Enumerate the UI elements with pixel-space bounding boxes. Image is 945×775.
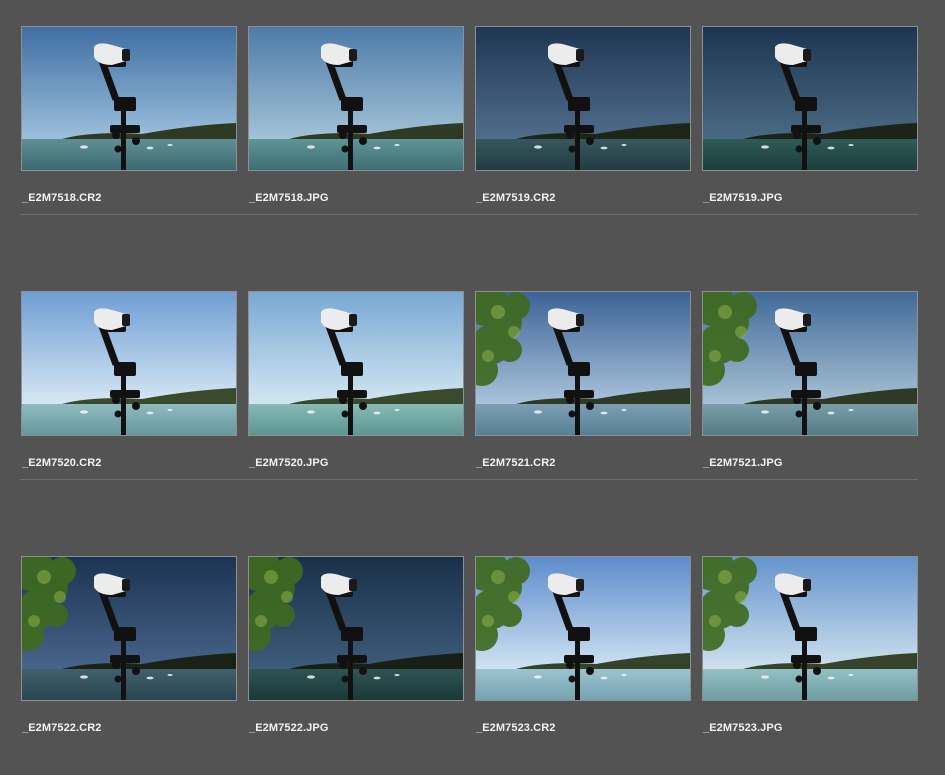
thumbnail-item[interactable]: _E2M7520.CR2 [21, 291, 237, 501]
thumbnail-item[interactable]: _E2M7519.JPG [702, 26, 918, 236]
thumbnail-item[interactable]: _E2M7523.JPG [702, 556, 918, 766]
thumbnail-item[interactable]: _E2M7518.JPG [248, 26, 464, 236]
thumbnail-filename: _E2M7523.JPG [703, 722, 783, 734]
thumbnail-filename: _E2M7522.CR2 [22, 722, 102, 734]
thumbnail-filename: _E2M7519.JPG [703, 192, 783, 204]
thumbnail-filename: _E2M7521.JPG [703, 457, 783, 469]
thumbnail-image[interactable] [702, 26, 918, 171]
thumbnail-image[interactable] [702, 291, 918, 436]
thumbnail-image[interactable] [702, 556, 918, 701]
thumbnail-item[interactable]: _E2M7518.CR2 [21, 26, 237, 236]
thumbnail-item[interactable]: _E2M7522.JPG [248, 556, 464, 766]
thumbnail-filename: _E2M7520.JPG [249, 457, 329, 469]
thumbnail-filename: _E2M7519.CR2 [476, 192, 556, 204]
thumbnail-image[interactable] [21, 26, 237, 171]
thumbnail-image[interactable] [248, 556, 464, 701]
thumbnail-image[interactable] [475, 556, 691, 701]
thumbnail-image[interactable] [475, 291, 691, 436]
thumbnail-grid: _E2M7518.CR2 _E2M7518.JPG _E2M7519.CR2 _… [0, 0, 945, 775]
thumbnail-filename: _E2M7521.CR2 [476, 457, 556, 469]
thumbnail-image[interactable] [21, 291, 237, 436]
thumbnail-item[interactable]: _E2M7521.CR2 [475, 291, 691, 501]
thumbnail-item[interactable]: _E2M7523.CR2 [475, 556, 691, 766]
thumbnail-item[interactable]: _E2M7521.JPG [702, 291, 918, 501]
thumbnail-filename: _E2M7520.CR2 [22, 457, 102, 469]
thumbnail-filename: _E2M7518.CR2 [22, 192, 102, 204]
thumbnail-image[interactable] [248, 291, 464, 436]
thumbnail-filename: _E2M7523.CR2 [476, 722, 556, 734]
thumbnail-filename: _E2M7522.JPG [249, 722, 329, 734]
thumbnail-image[interactable] [475, 26, 691, 171]
thumbnail-item[interactable]: _E2M7522.CR2 [21, 556, 237, 766]
thumbnail-image[interactable] [21, 556, 237, 701]
thumbnail-item[interactable]: _E2M7520.JPG [248, 291, 464, 501]
thumbnail-item[interactable]: _E2M7519.CR2 [475, 26, 691, 236]
thumbnail-filename: _E2M7518.JPG [249, 192, 329, 204]
thumbnail-image[interactable] [248, 26, 464, 171]
